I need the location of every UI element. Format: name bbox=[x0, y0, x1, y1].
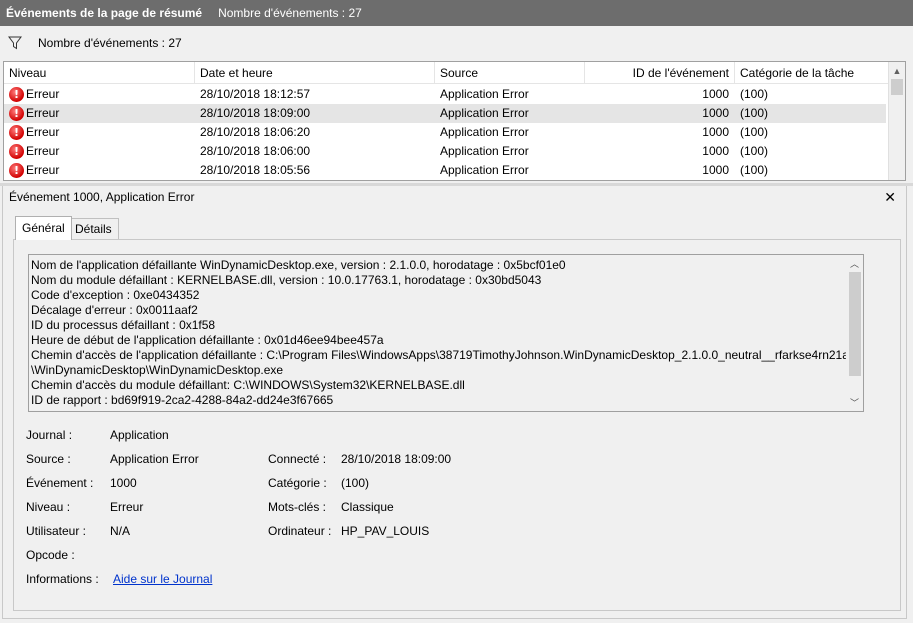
row-source: Application Error bbox=[440, 163, 529, 177]
keywords-value: Classique bbox=[341, 500, 394, 514]
row-source: Application Error bbox=[440, 87, 529, 101]
row-datetime: 28/10/2018 18:12:57 bbox=[200, 87, 311, 101]
filter-event-count: Nombre d'événements : 27 bbox=[38, 36, 182, 50]
details-header: Événement 1000, Application Error bbox=[9, 190, 195, 204]
row-category: (100) bbox=[740, 106, 769, 120]
filter-icon[interactable] bbox=[8, 36, 22, 50]
column-header-datetime[interactable]: Date et heure bbox=[195, 62, 435, 84]
event-description-box[interactable]: Nom de l'application défaillante WinDyna… bbox=[28, 254, 864, 412]
category-label: Catégorie : bbox=[268, 476, 327, 490]
table-row[interactable]: ! Erreur 28/10/2018 18:09:00 Application… bbox=[4, 104, 886, 123]
description-line: Nom de l'application défaillante WinDyna… bbox=[31, 258, 566, 272]
description-scrollbar[interactable]: ︿ ﹀ bbox=[846, 255, 863, 411]
row-level: Erreur bbox=[26, 106, 60, 120]
information-label: Informations : bbox=[26, 572, 99, 586]
error-icon: ! bbox=[9, 163, 24, 178]
chevron-up-icon[interactable]: ︿ bbox=[846, 255, 863, 272]
description-line: ID de rapport : bd69f919-2ca2-4288-84a2-… bbox=[31, 393, 334, 407]
error-icon: ! bbox=[9, 125, 24, 140]
events-table: Niveau Date et heure Source ID de l'évén… bbox=[3, 61, 906, 181]
row-category: (100) bbox=[740, 125, 769, 139]
titlebar-title: Événements de la page de résumé bbox=[6, 6, 203, 20]
journal-value: Application bbox=[110, 428, 169, 442]
scroll-thumb[interactable] bbox=[891, 79, 903, 95]
description-line: Heure de début de l'application défailla… bbox=[31, 333, 384, 347]
row-category: (100) bbox=[740, 144, 769, 158]
filter-row: Nombre d'événements : 27 bbox=[0, 28, 913, 58]
row-event-id: 1000 bbox=[702, 144, 729, 158]
chevron-down-icon[interactable]: ﹀ bbox=[846, 394, 863, 411]
source-label: Source : bbox=[26, 452, 71, 466]
connected-label: Connecté : bbox=[268, 452, 327, 466]
user-label: Utilisateur : bbox=[26, 524, 87, 538]
event-details-pane: Événement 1000, Application Error ✕ Géné… bbox=[2, 186, 907, 619]
table-row[interactable]: ! Erreur 28/10/2018 18:06:20 Application… bbox=[4, 123, 886, 142]
description-line: Chemin d'accès de l'application défailla… bbox=[31, 348, 849, 362]
row-datetime: 28/10/2018 18:09:00 bbox=[200, 106, 311, 120]
events-scrollbar[interactable]: ▲ bbox=[888, 62, 905, 180]
description-line: Décalage d'erreur : 0x0011aaf2 bbox=[31, 303, 198, 317]
error-icon: ! bbox=[9, 144, 24, 159]
table-header: Niveau Date et heure Source ID de l'évén… bbox=[4, 62, 889, 84]
titlebar-event-count: Nombre d'événements : 27 bbox=[218, 6, 362, 20]
scroll-thumb[interactable] bbox=[849, 272, 861, 376]
description-text: Nom de l'application défaillante WinDyna… bbox=[31, 258, 849, 408]
column-header-source[interactable]: Source bbox=[435, 62, 585, 84]
row-event-id: 1000 bbox=[702, 106, 729, 120]
table-row[interactable]: ! Erreur 28/10/2018 18:12:57 Application… bbox=[4, 85, 886, 104]
row-event-id: 1000 bbox=[702, 163, 729, 177]
computer-value: HP_PAV_LOUIS bbox=[341, 524, 430, 538]
keywords-label: Mots-clés : bbox=[268, 500, 327, 514]
scroll-up-icon[interactable]: ▲ bbox=[889, 62, 905, 79]
column-header-level[interactable]: Niveau bbox=[4, 62, 195, 84]
row-source: Application Error bbox=[440, 125, 529, 139]
event-label: Événement : bbox=[26, 476, 94, 490]
description-line: ID du processus défaillant : 0x1f58 bbox=[31, 318, 216, 332]
row-level: Erreur bbox=[26, 87, 60, 101]
summary-events-titlebar: Événements de la page de résumé Nombre d… bbox=[0, 0, 913, 26]
error-icon: ! bbox=[9, 87, 24, 102]
connected-value: 28/10/2018 18:09:00 bbox=[341, 452, 452, 466]
level-label: Niveau : bbox=[26, 500, 71, 514]
close-icon[interactable]: ✕ bbox=[884, 189, 896, 206]
description-line: \WinDynamicDesktop\WinDynamicDesktop.exe bbox=[31, 363, 284, 377]
user-value: N/A bbox=[110, 524, 131, 538]
level-value: Erreur bbox=[110, 500, 144, 514]
help-journal-link[interactable]: Aide sur le Journal bbox=[113, 572, 212, 586]
general-tab-body: Nom de l'application défaillante WinDyna… bbox=[13, 239, 901, 611]
source-value: Application Error bbox=[110, 452, 199, 466]
table-row[interactable]: ! Erreur 28/10/2018 18:05:56 Application… bbox=[4, 161, 886, 180]
description-line: Chemin d'accès du module défaillant: C:\… bbox=[31, 378, 465, 392]
table-row[interactable]: ! Erreur 28/10/2018 18:06:00 Application… bbox=[4, 142, 886, 161]
column-header-task-category[interactable]: Catégorie de la tâche bbox=[735, 62, 889, 84]
row-level: Erreur bbox=[26, 144, 60, 158]
journal-label: Journal : bbox=[26, 428, 73, 442]
tab-general[interactable]: Général bbox=[15, 216, 72, 240]
row-level: Erreur bbox=[26, 125, 60, 139]
computer-label: Ordinateur : bbox=[268, 524, 332, 538]
event-value: 1000 bbox=[110, 476, 137, 490]
row-datetime: 28/10/2018 18:06:00 bbox=[200, 144, 311, 158]
row-source: Application Error bbox=[440, 144, 529, 158]
row-event-id: 1000 bbox=[702, 87, 729, 101]
description-line: Code d'exception : 0xe0434352 bbox=[31, 288, 200, 302]
row-category: (100) bbox=[740, 163, 769, 177]
description-line: Nom du module défaillant : KERNELBASE.dl… bbox=[31, 273, 542, 287]
row-category: (100) bbox=[740, 87, 769, 101]
error-icon: ! bbox=[9, 106, 24, 121]
category-value: (100) bbox=[341, 476, 370, 490]
tab-details[interactable]: Détails bbox=[68, 218, 119, 239]
row-source: Application Error bbox=[440, 106, 529, 120]
row-datetime: 28/10/2018 18:05:56 bbox=[200, 163, 311, 177]
row-event-id: 1000 bbox=[702, 125, 729, 139]
row-level: Erreur bbox=[26, 163, 60, 177]
row-datetime: 28/10/2018 18:06:20 bbox=[200, 125, 311, 139]
opcode-label: Opcode : bbox=[26, 548, 75, 562]
column-header-event-id[interactable]: ID de l'événement bbox=[585, 62, 735, 84]
